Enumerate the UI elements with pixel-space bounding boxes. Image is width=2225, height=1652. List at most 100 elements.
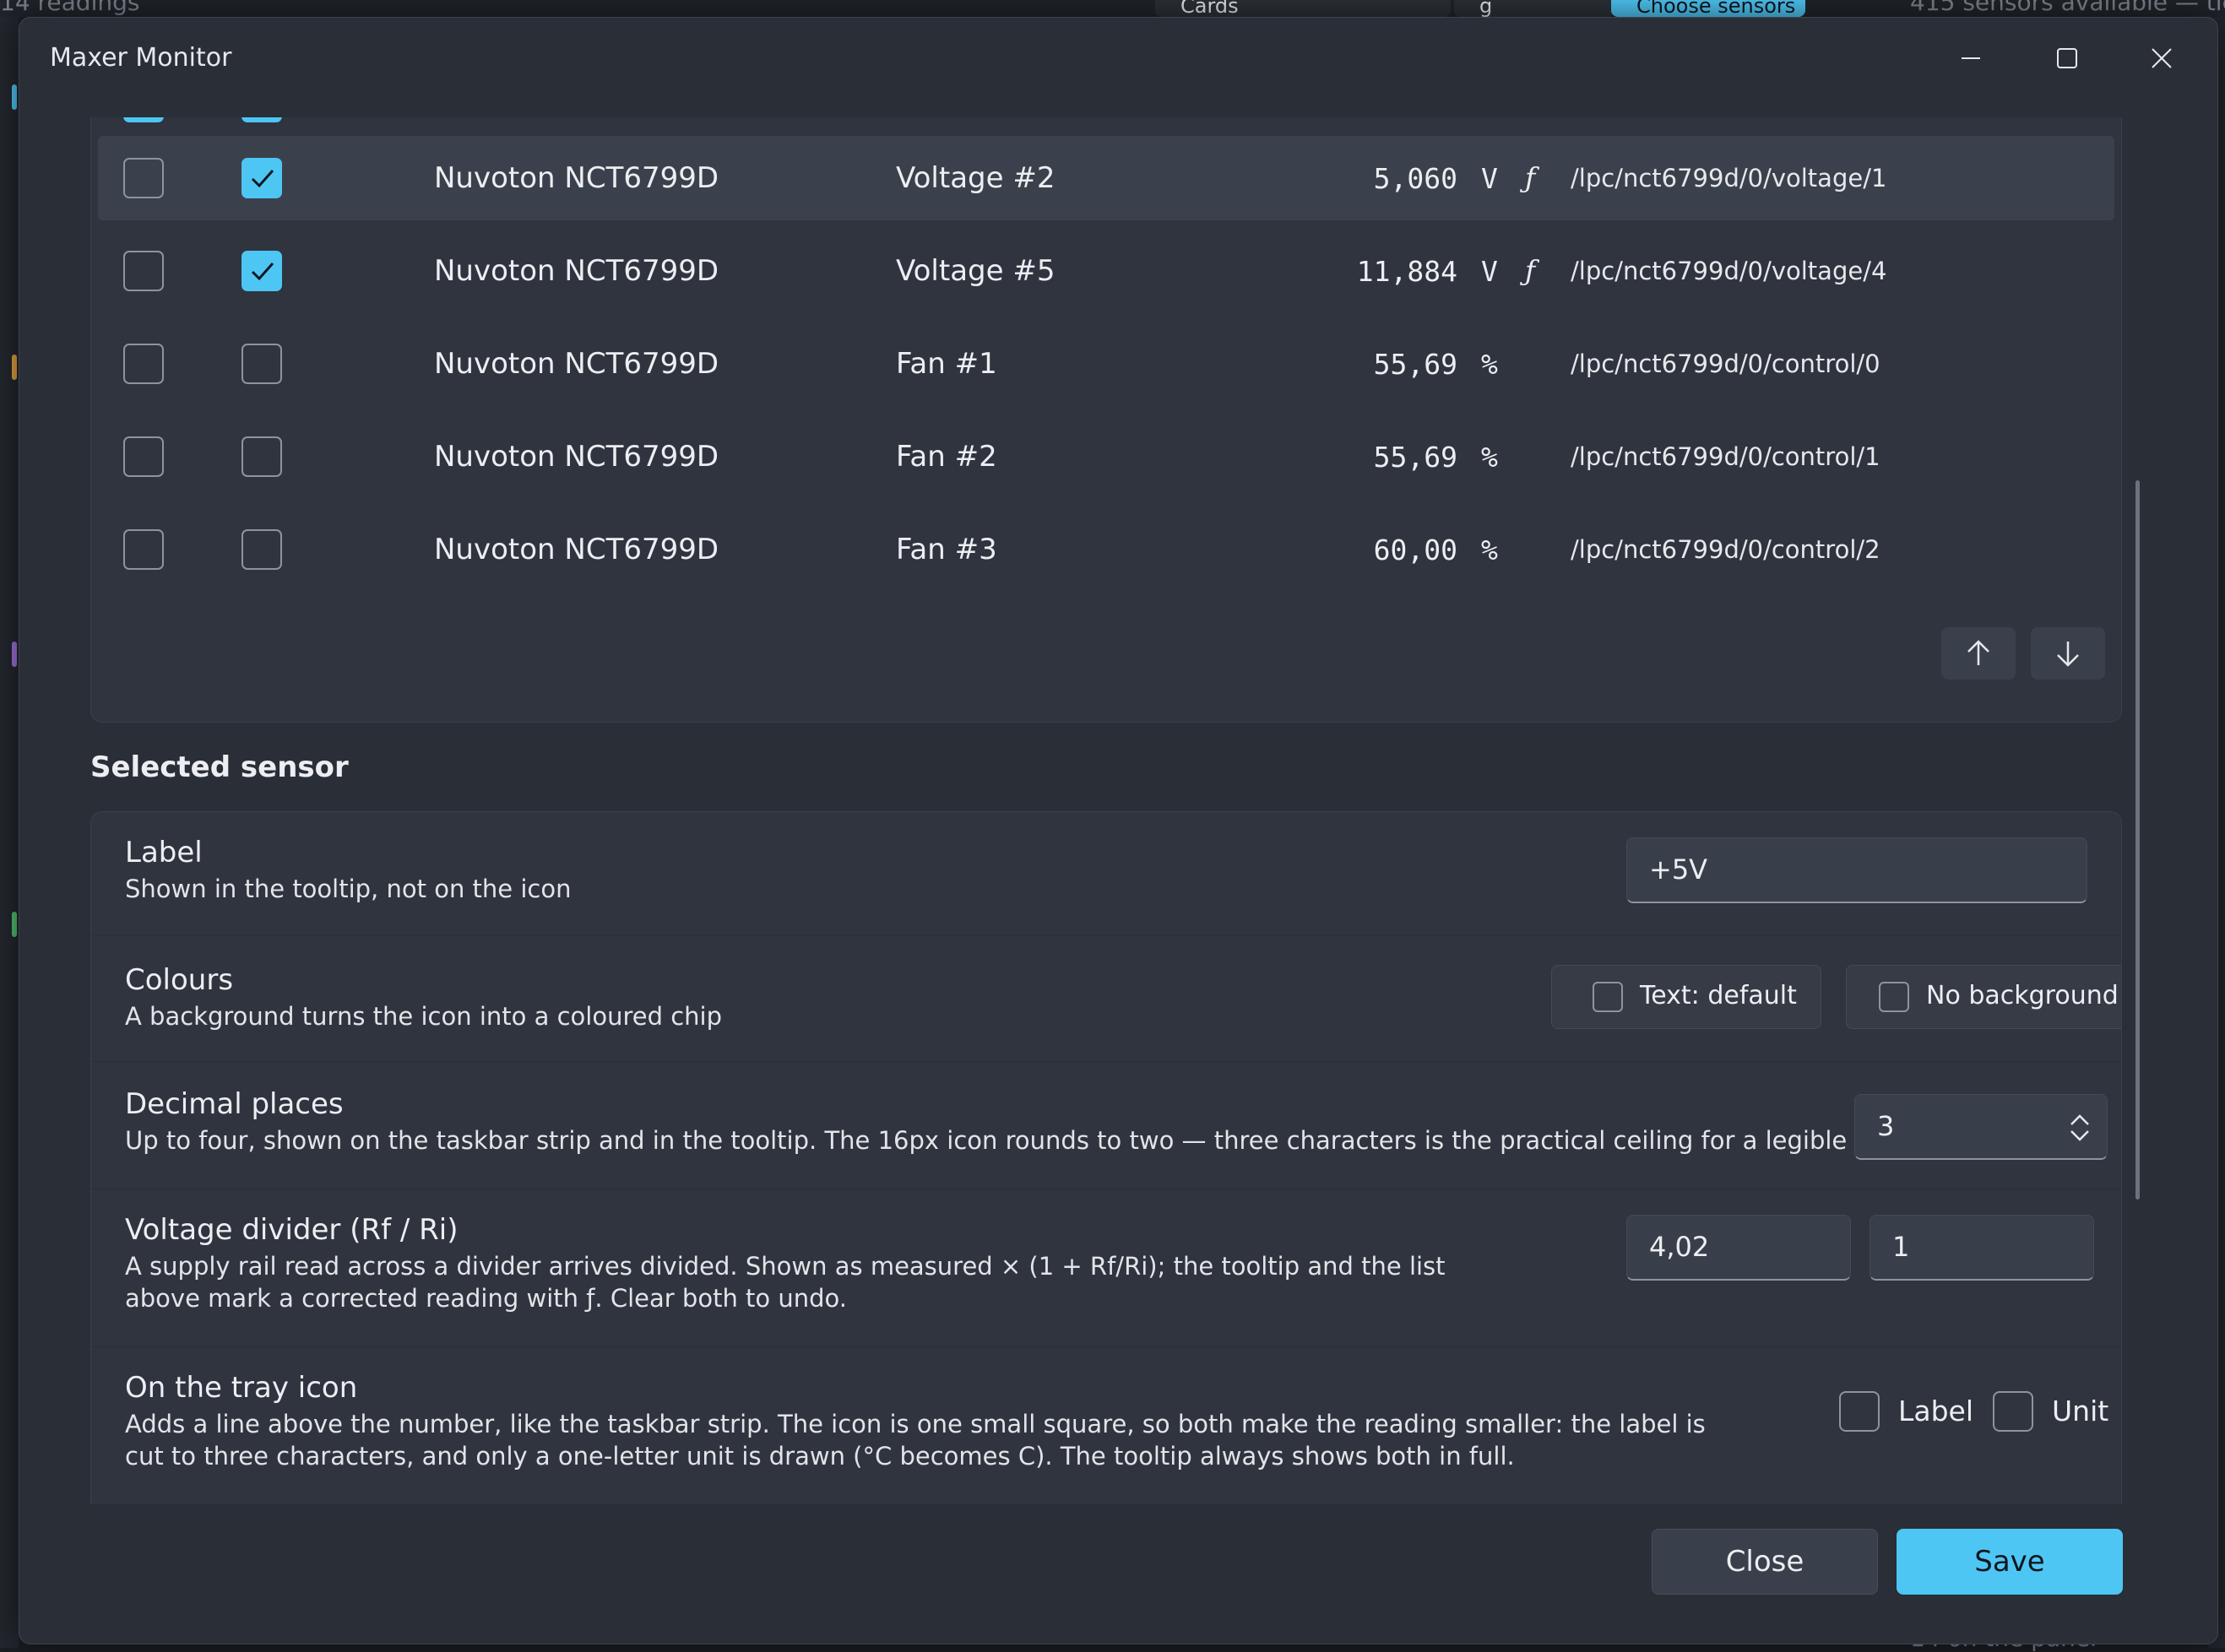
- sensor-hardware: Nuvoton NCT6799D: [434, 254, 719, 288]
- sensor-row[interactable]: Nuvoton NCT6799D Voltage #2 5,060 Vƒ/lpc/nc…: [98, 136, 2114, 220]
- minimize-button[interactable]: [1941, 33, 2000, 84]
- decimal-places-value: 3: [1877, 1110, 1895, 1142]
- close-icon: [2152, 48, 2172, 68]
- sensor-list[interactable]: NVIDIA GeForce RTX 4080 SUPERGPU Core 31,…: [90, 117, 2122, 723]
- background-sensors-available: 415 sensors available — tick: [1910, 0, 2225, 16]
- sensor-value: 55,69: [1373, 441, 1457, 474]
- move-up-button[interactable]: [1941, 627, 2016, 680]
- panel-checkbox[interactable]: [241, 344, 282, 384]
- window-title: Maxer Monitor: [50, 43, 232, 73]
- background-tab-cards-label: Cards: [1180, 0, 1239, 17]
- panel-checkbox[interactable]: [241, 117, 282, 122]
- sensor-value: 55,69: [1373, 348, 1457, 381]
- voltage-divider-setting: Voltage divider (Rf / Ri) A supply rail …: [91, 1189, 2121, 1347]
- title-bar[interactable]: Maxer Monitor: [19, 18, 2217, 117]
- sensor-value: 11,884: [1356, 255, 1457, 288]
- sensor-hardware: Nuvoton NCT6799D: [434, 533, 719, 566]
- panel-checkbox[interactable]: [241, 251, 282, 291]
- sensor-hardware: Nuvoton NCT6799D: [434, 440, 719, 474]
- sensor-value: 60,00: [1373, 534, 1457, 566]
- sensor-row[interactable]: Nuvoton NCT6799D Fan #3 60,00% /lpc/nct6799…: [98, 507, 2114, 592]
- text-colour-label: Text: default: [1640, 981, 1797, 1010]
- background-stripe: [12, 912, 17, 937]
- background-stripe: [12, 355, 17, 380]
- decimal-places-spinner[interactable]: 3: [1854, 1094, 2108, 1160]
- decimal-places-setting: Decimal places Up to four, shown on the …: [91, 1062, 2121, 1189]
- colours-setting-title: Colours: [125, 963, 234, 997]
- corrected-mark: ƒ: [1525, 254, 1536, 287]
- background-stripe: [12, 642, 17, 667]
- background-readings-count: 14 readings: [0, 0, 140, 16]
- background-tab-choose-sensors: Choose sensors: [1611, 0, 1805, 17]
- sensor-name: GPU Core: [896, 117, 1032, 119]
- divider-ri-input[interactable]: 1: [1870, 1215, 2094, 1281]
- background-tab-g: g: [1454, 0, 1614, 17]
- maximize-button[interactable]: [2038, 33, 2097, 84]
- panel-checkbox[interactable]: [241, 158, 282, 198]
- divider-rf-input[interactable]: 4,02: [1626, 1215, 1851, 1281]
- sensor-name: Fan #1: [896, 347, 997, 381]
- sensor-value: 31,00: [1213, 117, 1457, 119]
- tray-checkbox[interactable]: [123, 158, 164, 198]
- close-button[interactable]: Close: [1652, 1529, 1878, 1595]
- selected-sensor-heading: Selected sensor: [90, 750, 349, 784]
- tray-icon-setting: On the tray icon Adds a line above the n…: [91, 1347, 2121, 1504]
- sensor-unit: %: [1481, 348, 1498, 381]
- sensor-unit: %: [1481, 534, 1498, 566]
- sensor-path: /lpc/nct6799d/0/control/1: [1571, 442, 1880, 471]
- background-stripe: [12, 84, 17, 110]
- tray-checkbox[interactable]: [123, 117, 164, 122]
- tray-checkbox[interactable]: [123, 529, 164, 570]
- voltage-divider-title: Voltage divider (Rf / Ri): [125, 1213, 459, 1247]
- sensor-path: /lpc/nct6799d/0/control/2: [1571, 535, 1880, 564]
- sensor-unit: %: [1481, 441, 1498, 474]
- scrollbar[interactable]: [2135, 480, 2140, 1200]
- tray-checkbox[interactable]: [123, 251, 164, 291]
- text-colour-checkbox: [1593, 982, 1623, 1012]
- panel-checkbox[interactable]: [241, 529, 282, 570]
- spinner-updown-icon: [2070, 1114, 2089, 1141]
- background-app-header: [0, 0, 2225, 17]
- label-setting-title: Label: [125, 836, 203, 869]
- tray-unit-option[interactable]: Unit: [2052, 1395, 2108, 1427]
- move-down-button[interactable]: [2031, 627, 2105, 680]
- background-tab-cards: Cards: [1155, 0, 1451, 17]
- sensor-path: /lpc/nct6799d/0/voltage/4: [1571, 257, 1887, 285]
- maxer-monitor-dialog: Maxer Monitor NVIDIA GeForce RTX 4080 SU…: [19, 17, 2218, 1644]
- close-window-button[interactable]: [2132, 33, 2191, 84]
- tray-label-checkbox[interactable]: [1839, 1391, 1880, 1432]
- tray-label-option[interactable]: Label: [1898, 1395, 1973, 1427]
- text-colour-button[interactable]: Text: default: [1551, 965, 1821, 1029]
- background-colour-label: No background: [1926, 981, 2119, 1010]
- maximize-icon: [2057, 48, 2077, 68]
- sensor-name: Fan #2: [896, 440, 997, 474]
- sensor-name: Voltage #5: [896, 254, 1056, 288]
- background-colour-button[interactable]: No background: [1846, 965, 2121, 1029]
- sensor-value: 5,060: [1373, 162, 1457, 195]
- decimal-places-title: Decimal places: [125, 1087, 344, 1121]
- background-left-edge: [0, 17, 19, 1648]
- sensor-name: Fan #3: [896, 533, 997, 566]
- sensor-row[interactable]: Nuvoton NCT6799D Fan #1 55,69% /lpc/nct6799…: [98, 322, 2114, 406]
- arrow-down-icon: [2057, 642, 2079, 667]
- background-tab-g-label: g: [1479, 0, 1493, 17]
- minimize-icon: [1962, 57, 1980, 59]
- tray-checkbox[interactable]: [123, 344, 164, 384]
- selected-sensor-settings: Label Shown in the tooltip, not on the i…: [90, 811, 2122, 1504]
- sensor-name: Voltage #2: [896, 161, 1056, 195]
- sensor-row[interactable]: Nuvoton NCT6799D Voltage #5 11,884 Vƒ/lpc/n…: [98, 229, 2114, 313]
- sensor-unit: °C: [1481, 117, 1515, 119]
- tray-checkbox[interactable]: [123, 436, 164, 477]
- sensor-hardware: Nuvoton NCT6799D: [434, 161, 719, 195]
- colours-setting: Colours A background turns the icon into…: [91, 936, 2121, 1062]
- sensor-row[interactable]: Nuvoton NCT6799D Fan #2 55,69% /lpc/nct6799…: [98, 414, 2114, 499]
- save-button[interactable]: Save: [1897, 1529, 2123, 1595]
- label-input[interactable]: +5V: [1626, 837, 2087, 903]
- panel-checkbox[interactable]: [241, 436, 282, 477]
- tray-unit-checkbox[interactable]: [1993, 1391, 2033, 1432]
- tray-icon-desc: Adds a line above the number, like the t…: [125, 1410, 1706, 1471]
- label-setting-desc: Shown in the tooltip, not on the icon: [125, 875, 572, 903]
- sensor-unit: V: [1481, 162, 1498, 195]
- sensor-unit: V: [1481, 255, 1498, 288]
- sensor-path: /lpc/nct6799d/0/voltage/1: [1571, 164, 1887, 192]
